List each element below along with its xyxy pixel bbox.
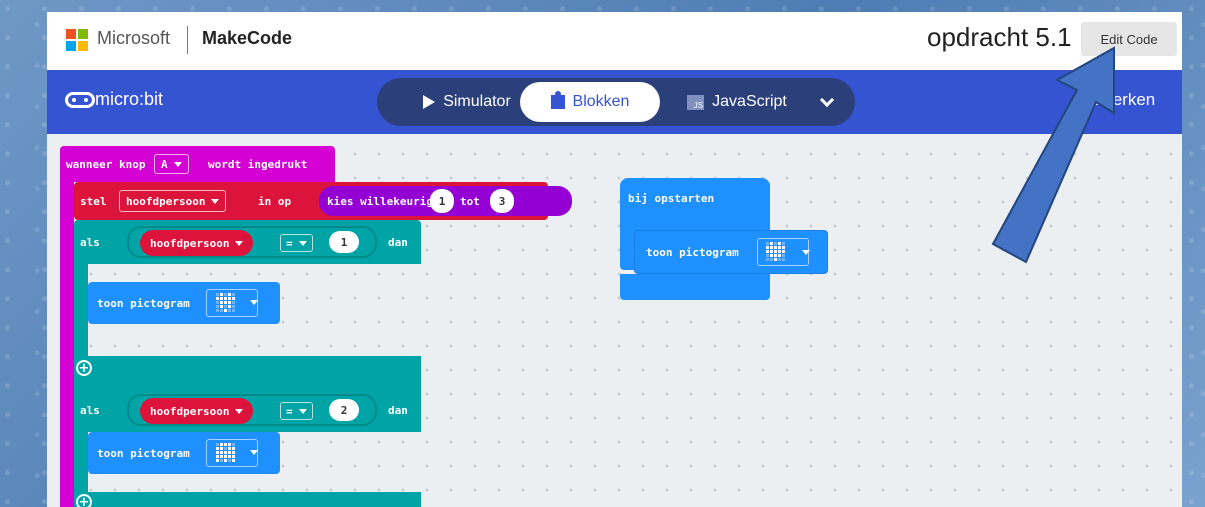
if-1-bottom (74, 356, 421, 388)
show-icon-block-3[interactable]: toon pictogram (634, 230, 828, 274)
tab-blocks[interactable]: Blokken (520, 82, 660, 122)
event-block-spine (60, 182, 74, 507)
tab-simulator-label: Simulator (443, 93, 511, 110)
add-else-1-icon[interactable]: + (76, 360, 92, 376)
show-icon-block-2[interactable]: toon pictogram (88, 432, 280, 474)
editor-navbar: micro:bit Simulator Blokken JS JavaScrip… (47, 70, 1182, 134)
show-1-label: toon pictogram (97, 297, 190, 310)
show-icon-block-1[interactable]: toon pictogram (88, 282, 280, 324)
microsoft-label: Microsoft (97, 28, 171, 48)
set-in-op-label: in op (258, 195, 292, 208)
dropdown-arrow-icon (211, 198, 220, 204)
dropdown-arrow-icon (173, 161, 182, 167)
if-2-als-label: als (80, 404, 100, 417)
led-pattern-icon (216, 293, 236, 313)
edit-code-button[interactable]: Edit Code (1081, 22, 1177, 56)
on-button-pressed-block[interactable]: wanneer knop A wordt ingedrukt (60, 146, 335, 182)
if-1-spine (74, 264, 88, 356)
led-pattern-icon (216, 443, 236, 463)
makecode-label: MakeCode (202, 28, 293, 48)
event-pressed-label: wordt ingedrukt (208, 158, 308, 171)
set-variable-value: hoofdpersoon (126, 194, 206, 208)
on-start-bottom (620, 274, 770, 300)
dropdown-arrow-icon (250, 450, 258, 455)
editor-mode-switch: Simulator Blokken JS JavaScript (377, 78, 855, 126)
dropdown-arrow-icon (802, 250, 810, 255)
random-to-input[interactable]: 3 (490, 189, 514, 213)
on-start-label: bij opstarten (628, 192, 715, 205)
show-3-label: toon pictogram (646, 246, 739, 259)
if-1-variable-block[interactable]: hoofdpersoon (140, 230, 254, 256)
if-1-operator-dropdown[interactable]: = (280, 234, 313, 252)
random-from-input[interactable]: 1 (430, 189, 454, 213)
set-variable-dropdown[interactable]: hoofdpersoon (119, 190, 227, 212)
microbit-brand[interactable]: micro:bit (95, 89, 163, 110)
dropdown-arrow-icon (235, 240, 244, 246)
if-2-value-input[interactable]: 2 (329, 399, 359, 421)
dropdown-arrow-icon (235, 408, 244, 414)
random-label: kies willekeurig (327, 195, 433, 208)
if-2-variable-value: hoofdpersoon (150, 404, 230, 418)
dropdown-arrow-icon (250, 300, 258, 305)
play-icon (423, 95, 436, 109)
show-2-label: toon pictogram (97, 447, 190, 460)
if-2-spine (74, 432, 88, 492)
event-wanneer-label: wanneer knop (66, 158, 146, 171)
project-title: opdracht 5.1 (927, 22, 1072, 52)
if-2-variable-block[interactable]: hoofdpersoon (140, 398, 254, 424)
if-2-bottom (74, 492, 421, 507)
led-pattern-icon (766, 242, 786, 262)
random-tot-label: tot (460, 195, 480, 208)
tab-simulator[interactable]: Simulator (397, 82, 537, 122)
makecode-window: Microsoft MakeCode opdracht 5.1 Edit Cod… (47, 12, 1182, 507)
microsoft-logo-icon (66, 29, 88, 51)
top-header: Microsoft MakeCode opdracht 5.1 Edit Cod… (47, 12, 1182, 70)
dropdown-arrow-icon (298, 408, 307, 414)
header-divider (187, 26, 188, 54)
chevron-down-icon (819, 92, 835, 107)
button-value: A (161, 157, 168, 171)
if-1-operator-value: = (286, 236, 293, 250)
if-1-value-input[interactable]: 1 (329, 231, 359, 253)
set-stel-label: stel (80, 195, 107, 208)
if-2-operator-dropdown[interactable]: = (280, 402, 313, 420)
edit-menu-label[interactable]: ewerken (1091, 90, 1155, 110)
button-dropdown[interactable]: A (154, 154, 189, 174)
tab-javascript-label: JavaScript (712, 93, 787, 110)
microbit-logo-icon[interactable] (65, 92, 95, 108)
dropdown-arrow-icon (298, 240, 307, 246)
add-else-2-icon[interactable]: + (76, 494, 92, 507)
tab-blocks-label: Blokken (572, 93, 630, 110)
if-1-dan-label: dan (388, 236, 408, 249)
tab-javascript[interactable]: JS JavaScript (667, 82, 807, 122)
puzzle-icon (550, 91, 565, 109)
if-2-operator-value: = (286, 404, 293, 418)
if-1-variable-value: hoofdpersoon (150, 236, 230, 250)
js-file-icon: JS (687, 94, 705, 110)
if-2-dan-label: dan (388, 404, 408, 417)
blocks-workspace[interactable]: wanneer knop A wordt ingedrukt stel hoof… (47, 134, 1182, 507)
if-1-als-label: als (80, 236, 100, 249)
language-dropdown[interactable] (807, 82, 847, 122)
